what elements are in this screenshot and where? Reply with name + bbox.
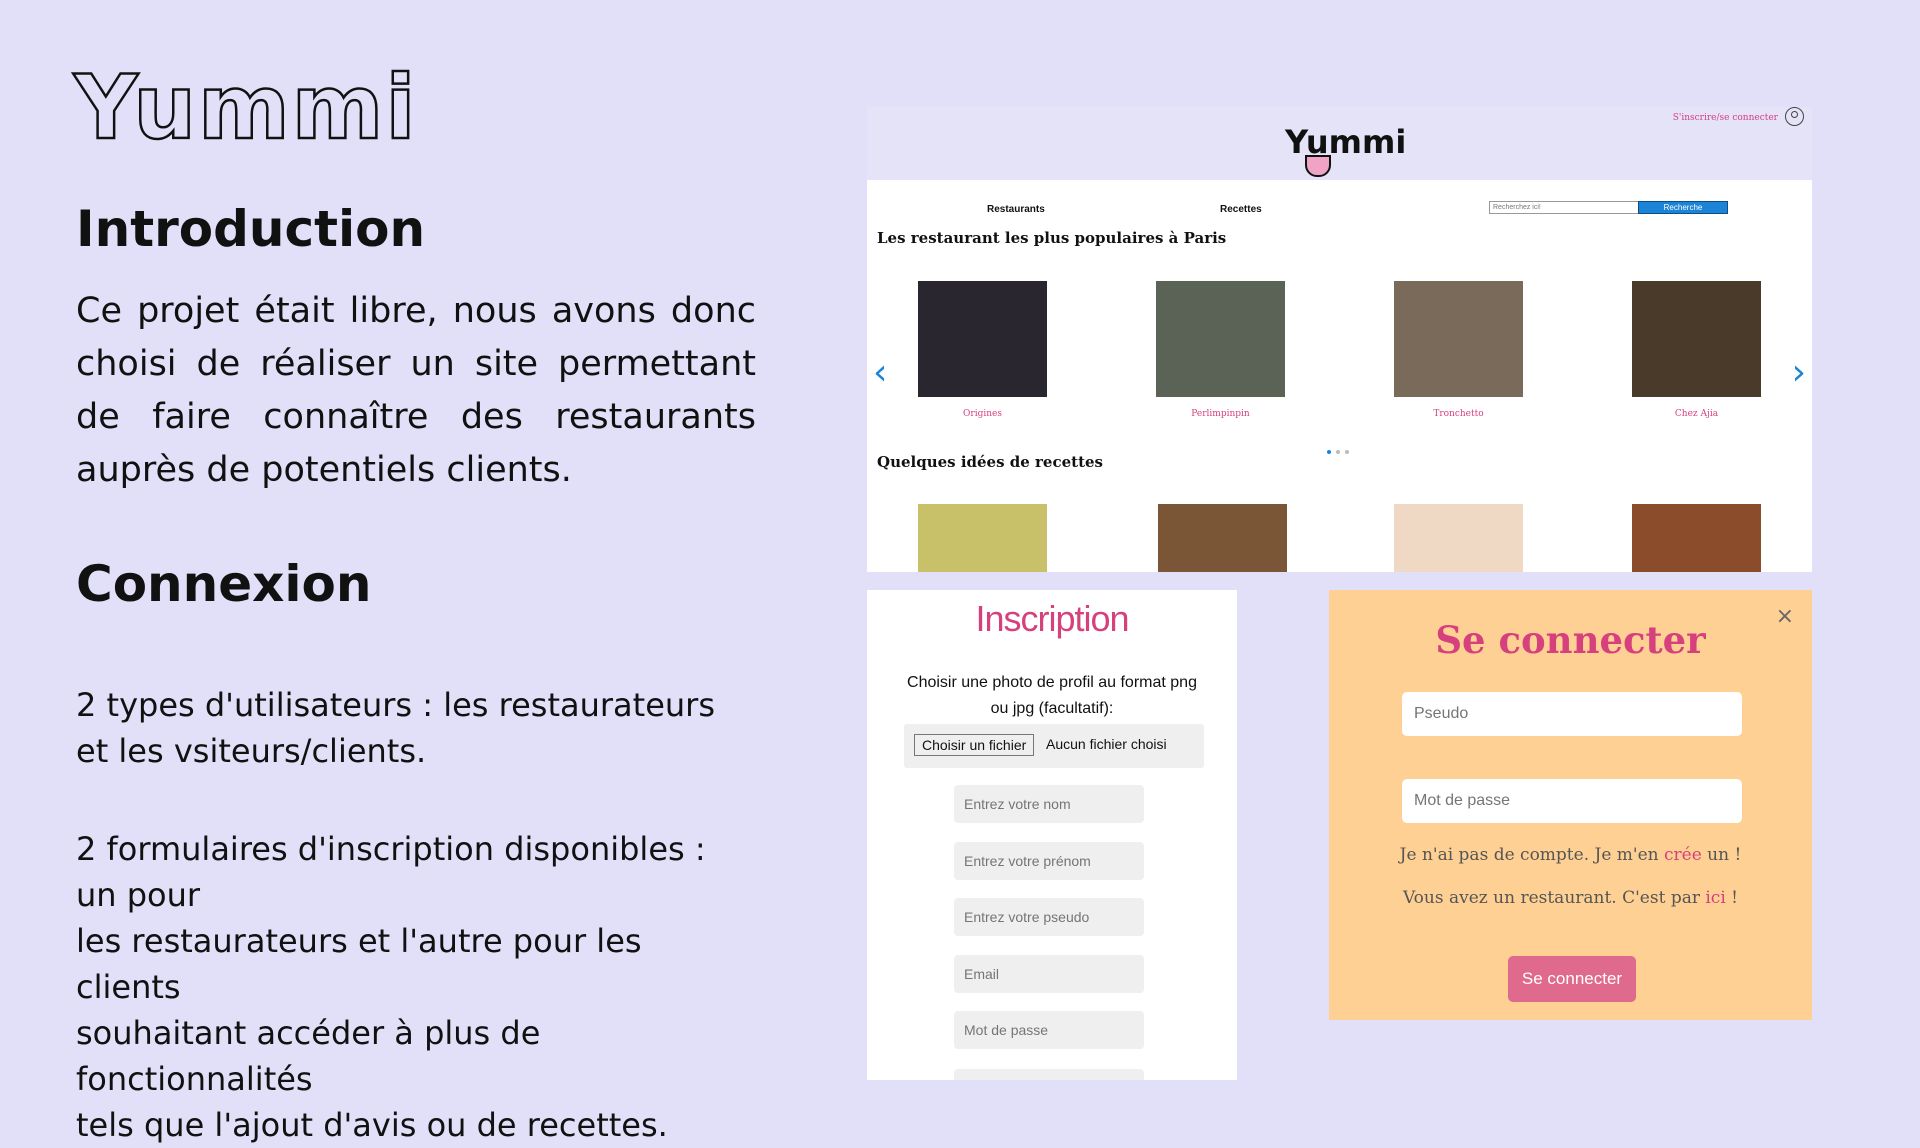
search-button[interactable]: Recherche (1638, 201, 1728, 214)
brand-title: Yummi (73, 55, 418, 161)
carousel-next-icon[interactable]: › (1792, 355, 1806, 391)
recipes-title: Quelques idées de recettes (877, 453, 1103, 471)
signin-link[interactable]: S'inscrire/se connecter (1673, 113, 1778, 123)
inscription-form: Inscription Choisir une photo de profil … (867, 590, 1237, 1080)
popular-title: Les restaurant les plus populaires à Par… (877, 229, 1227, 247)
restaurant-name[interactable]: Chez Ajia (1632, 409, 1761, 419)
nav-recipes[interactable]: Recettes (1220, 204, 1262, 215)
photo-instruction: Choisir une photo de profil au format pn… (907, 674, 1197, 717)
carousel-dot[interactable] (1345, 450, 1349, 454)
restaurant-card[interactable]: Origines (918, 281, 1047, 419)
connexion-text-line: souhaitant accéder à plus de fonctionnal… (76, 1014, 541, 1098)
user-icon[interactable] (1785, 107, 1804, 126)
restaurant-name[interactable]: Perlimpinpin (1156, 409, 1285, 419)
nom-field[interactable]: Entrez votre nom (954, 785, 1144, 823)
tongue-icon (1305, 155, 1331, 177)
no-account-pre: Je n'ai pas de compte. Je m'en (1399, 845, 1664, 865)
logo-text: Yummi (1285, 123, 1407, 161)
restaurant-card[interactable]: Perlimpinpin (1156, 281, 1285, 419)
login-form: × Se connecter Pseudo Mot de passe Je n'… (1329, 590, 1812, 1020)
recipe-image[interactable] (1158, 504, 1287, 572)
choose-file-button[interactable]: Choisir un fichier (914, 734, 1035, 756)
restaurant-link[interactable]: ici (1705, 888, 1725, 908)
restaurant-image (918, 281, 1047, 397)
restaurant-text: Vous avez un restaurant. C'est par ici ! (1329, 888, 1812, 908)
connexion-text-line: 2 types d'utilisateurs : les restaurateu… (76, 686, 715, 724)
password-input[interactable]: Mot de passe (1402, 779, 1742, 823)
website-screenshot: Yummi S'inscrire/se connecter Restaurant… (867, 107, 1812, 572)
intro-title: Introduction (76, 200, 426, 258)
site-header: Yummi S'inscrire/se connecter (867, 107, 1812, 180)
restaurant-image (1156, 281, 1285, 397)
connexion-text-line: 2 formulaires d'inscription disponibles … (76, 830, 706, 914)
inscription-title: Inscription (975, 598, 1129, 639)
restaurant-card[interactable]: Chez Ajia (1632, 281, 1761, 419)
restaurant-pre: Vous avez un restaurant. C'est par (1402, 888, 1706, 908)
file-picker: Choisir un fichier Aucun fichier choisi (904, 724, 1204, 768)
carousel-prev-icon[interactable]: ‹ (873, 355, 887, 391)
password-field[interactable]: Mot de passe (954, 1011, 1144, 1049)
restaurant-name[interactable]: Tronchetto (1394, 409, 1523, 419)
extra-field[interactable] (954, 1069, 1144, 1080)
connexion-text-line: tels que l'ajout d'avis ou de recettes. (76, 1106, 668, 1144)
email-field[interactable]: Email (954, 955, 1144, 993)
restaurant-name[interactable]: Origines (918, 409, 1047, 419)
recipe-image[interactable] (1632, 504, 1761, 572)
connexion-title: Connexion (76, 555, 372, 613)
carousel-dot[interactable] (1327, 450, 1331, 454)
login-title: Se connecter (1435, 618, 1706, 662)
prenom-field[interactable]: Entrez votre prénom (954, 842, 1144, 880)
no-account-text: Je n'ai pas de compte. Je m'en crée un ! (1329, 845, 1812, 865)
create-account-link[interactable]: crée (1664, 845, 1702, 865)
connexion-text-1: 2 types d'utilisateurs : les restaurateu… (76, 682, 756, 774)
carousel-dots (1327, 439, 1354, 458)
pseudo-input[interactable]: Pseudo (1402, 692, 1742, 736)
no-account-post: un ! (1701, 845, 1742, 865)
connexion-text-2: 2 formulaires d'inscription disponibles … (76, 826, 756, 1148)
restaurant-card[interactable]: Tronchetto (1394, 281, 1523, 419)
connexion-text-line: les restaurateurs et l'autre pour les cl… (76, 922, 642, 1006)
intro-text: Ce projet était libre, nous avons donc c… (76, 291, 756, 490)
file-status: Aucun fichier choisi (1046, 736, 1167, 752)
site-logo[interactable]: Yummi (1285, 115, 1406, 177)
carousel-dot[interactable] (1336, 450, 1340, 454)
nav-restaurants[interactable]: Restaurants (987, 204, 1045, 215)
login-button[interactable]: Se connecter (1508, 956, 1636, 1002)
connexion-text-line: et les vsiteurs/clients. (76, 732, 427, 770)
recipe-image[interactable] (918, 504, 1047, 572)
restaurant-image (1632, 281, 1761, 397)
pseudo-field[interactable]: Entrez votre pseudo (954, 898, 1144, 936)
recipe-image[interactable] (1394, 504, 1523, 572)
search-input[interactable]: Recherchez ici! (1489, 201, 1641, 214)
restaurant-image (1394, 281, 1523, 397)
restaurant-post: ! (1725, 888, 1739, 908)
